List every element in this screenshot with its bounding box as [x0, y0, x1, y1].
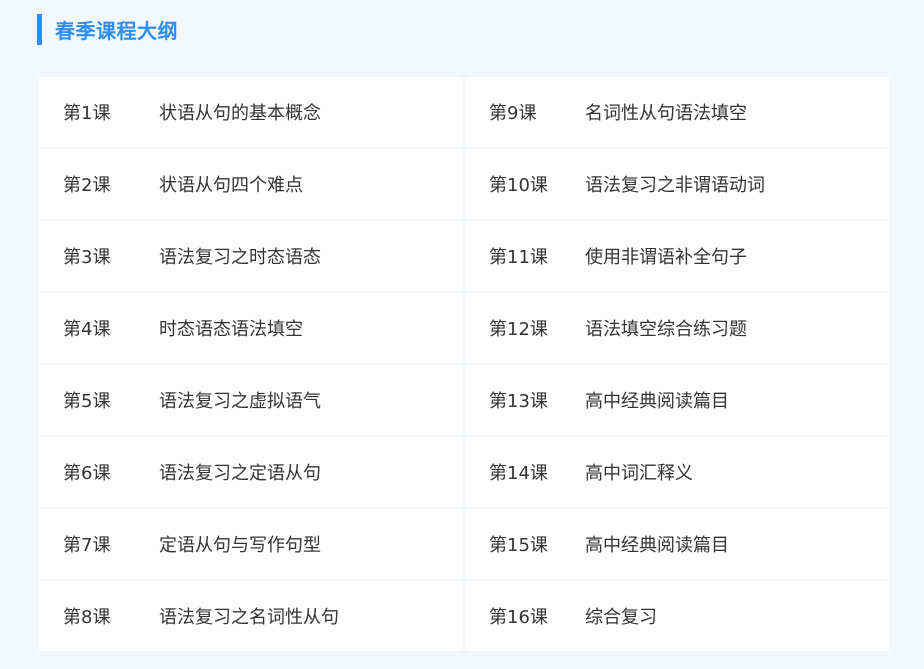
lesson-number: 第13课 [489, 391, 548, 412]
lesson-item: 第13课 高中经典阅读篇目 [465, 365, 889, 435]
lesson-item: 第15课 高中经典阅读篇目 [465, 509, 889, 579]
lesson-number: 第8课 [63, 607, 111, 628]
lesson-number: 第11课 [489, 247, 548, 268]
lesson-item: 第11课 使用非谓语补全句子 [465, 221, 889, 291]
lesson-number: 第3课 [63, 247, 111, 268]
lesson-title: 语法填空综合练习题 [585, 319, 747, 340]
lesson-number: 第10课 [489, 175, 548, 196]
syllabus-table: 第1课 状语从句的基本概念 第9课 名词性从句语法填空 第2课 状语从句四个难点… [39, 77, 889, 651]
lesson-number: 第16课 [489, 607, 548, 628]
lesson-number: 第12课 [489, 319, 548, 340]
lesson-item: 第4课 时态语态语法填空 [39, 293, 463, 363]
lesson-title: 定语从句与写作句型 [159, 535, 321, 556]
lesson-title: 名词性从句语法填空 [585, 103, 747, 124]
lesson-item: 第2课 状语从句四个难点 [39, 149, 463, 219]
lesson-number: 第2课 [63, 175, 111, 196]
lesson-title: 使用非谓语补全句子 [585, 247, 747, 268]
lesson-title: 高中经典阅读篇目 [585, 391, 729, 412]
lesson-number: 第1课 [63, 103, 111, 124]
lesson-title: 语法复习之定语从句 [159, 463, 321, 484]
lesson-item: 第9课 名词性从句语法填空 [465, 77, 889, 147]
lesson-number: 第7课 [63, 535, 111, 556]
lesson-item: 第3课 语法复习之时态语态 [39, 221, 463, 291]
lesson-number: 第6课 [63, 463, 111, 484]
lesson-item: 第12课 语法填空综合练习题 [465, 293, 889, 363]
lesson-title: 高中经典阅读篇目 [585, 535, 729, 556]
lesson-item: 第6课 语法复习之定语从句 [39, 437, 463, 507]
lesson-title: 状语从句的基本概念 [159, 103, 321, 124]
lesson-number: 第15课 [489, 535, 548, 556]
lesson-item: 第10课 语法复习之非谓语动词 [465, 149, 889, 219]
lesson-item: 第8课 语法复习之名词性从句 [39, 581, 463, 651]
lesson-title: 综合复习 [585, 607, 657, 628]
lesson-title: 时态语态语法填空 [159, 319, 303, 340]
lesson-item: 第14课 高中词汇释义 [465, 437, 889, 507]
lesson-number: 第14课 [489, 463, 548, 484]
lesson-title: 语法复习之虚拟语气 [159, 391, 321, 412]
lesson-item: 第7课 定语从句与写作句型 [39, 509, 463, 579]
section-header: 春季课程大纲 [37, 14, 178, 45]
lesson-number: 第4课 [63, 319, 111, 340]
lesson-title: 语法复习之非谓语动词 [585, 175, 765, 196]
lesson-title: 语法复习之名词性从句 [159, 607, 339, 628]
lesson-title: 状语从句四个难点 [159, 175, 303, 196]
header-accent-bar [37, 14, 42, 45]
lesson-item: 第16课 综合复习 [465, 581, 889, 651]
lesson-item: 第1课 状语从句的基本概念 [39, 77, 463, 147]
page-title: 春季课程大纲 [55, 19, 178, 43]
lesson-number: 第9课 [489, 103, 537, 124]
lesson-item: 第5课 语法复习之虚拟语气 [39, 365, 463, 435]
lesson-title: 语法复习之时态语态 [159, 247, 321, 268]
lesson-number: 第5课 [63, 391, 111, 412]
lesson-title: 高中词汇释义 [585, 463, 693, 484]
